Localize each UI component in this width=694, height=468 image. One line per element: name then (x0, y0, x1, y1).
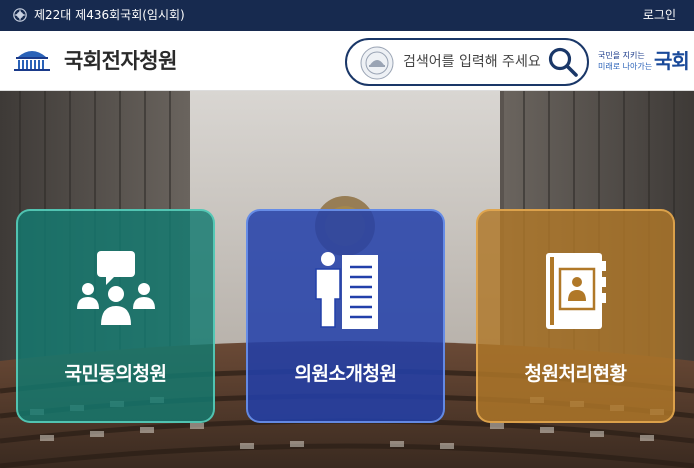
card-member-introduced-petition[interactable]: 의원소개청원 (246, 209, 445, 423)
search-icon[interactable] (547, 46, 579, 78)
card-petition-status[interactable]: 청원처리현황 (476, 209, 675, 423)
search-input[interactable] (403, 51, 543, 73)
assembly-slogan-logo[interactable]: 국민을 지키는 미래로 나아가는 국회 (598, 49, 692, 77)
people-discussion-icon (76, 251, 155, 325)
slogan-line-1: 국민을 지키는 (598, 51, 645, 60)
top-bar: 제22대 제436회국회(임시회) 로그인 (0, 0, 694, 31)
national-assembly-emblem-icon (13, 8, 27, 22)
hero-banner: 국민동의청원 의원소개청원 청원처리현황 (0, 91, 694, 468)
search-box (345, 38, 589, 86)
slogan-wordmark: 국회 (654, 49, 690, 73)
card-public-consent-petition[interactable]: 국민동의청원 (16, 209, 215, 423)
site-title[interactable]: 국회전자청원 (64, 48, 177, 74)
profile-book-icon (545, 253, 606, 329)
person-document-icon (314, 252, 378, 329)
assembly-session-text: 제22대 제436회국회(임시회) (34, 8, 185, 22)
national-assembly-building-icon[interactable] (10, 47, 54, 73)
login-link[interactable]: 로그인 (643, 8, 676, 23)
card-label: 청원처리현황 (524, 363, 627, 385)
assembly-seal-icon (360, 46, 394, 80)
site-header: 국회전자청원 국민을 지키는 미래로 나아가는 국회 (0, 31, 694, 91)
card-label: 국민동의청원 (64, 363, 167, 385)
card-label: 의원소개청원 (294, 363, 397, 385)
slogan-line-2: 미래로 나아가는 (598, 62, 653, 71)
